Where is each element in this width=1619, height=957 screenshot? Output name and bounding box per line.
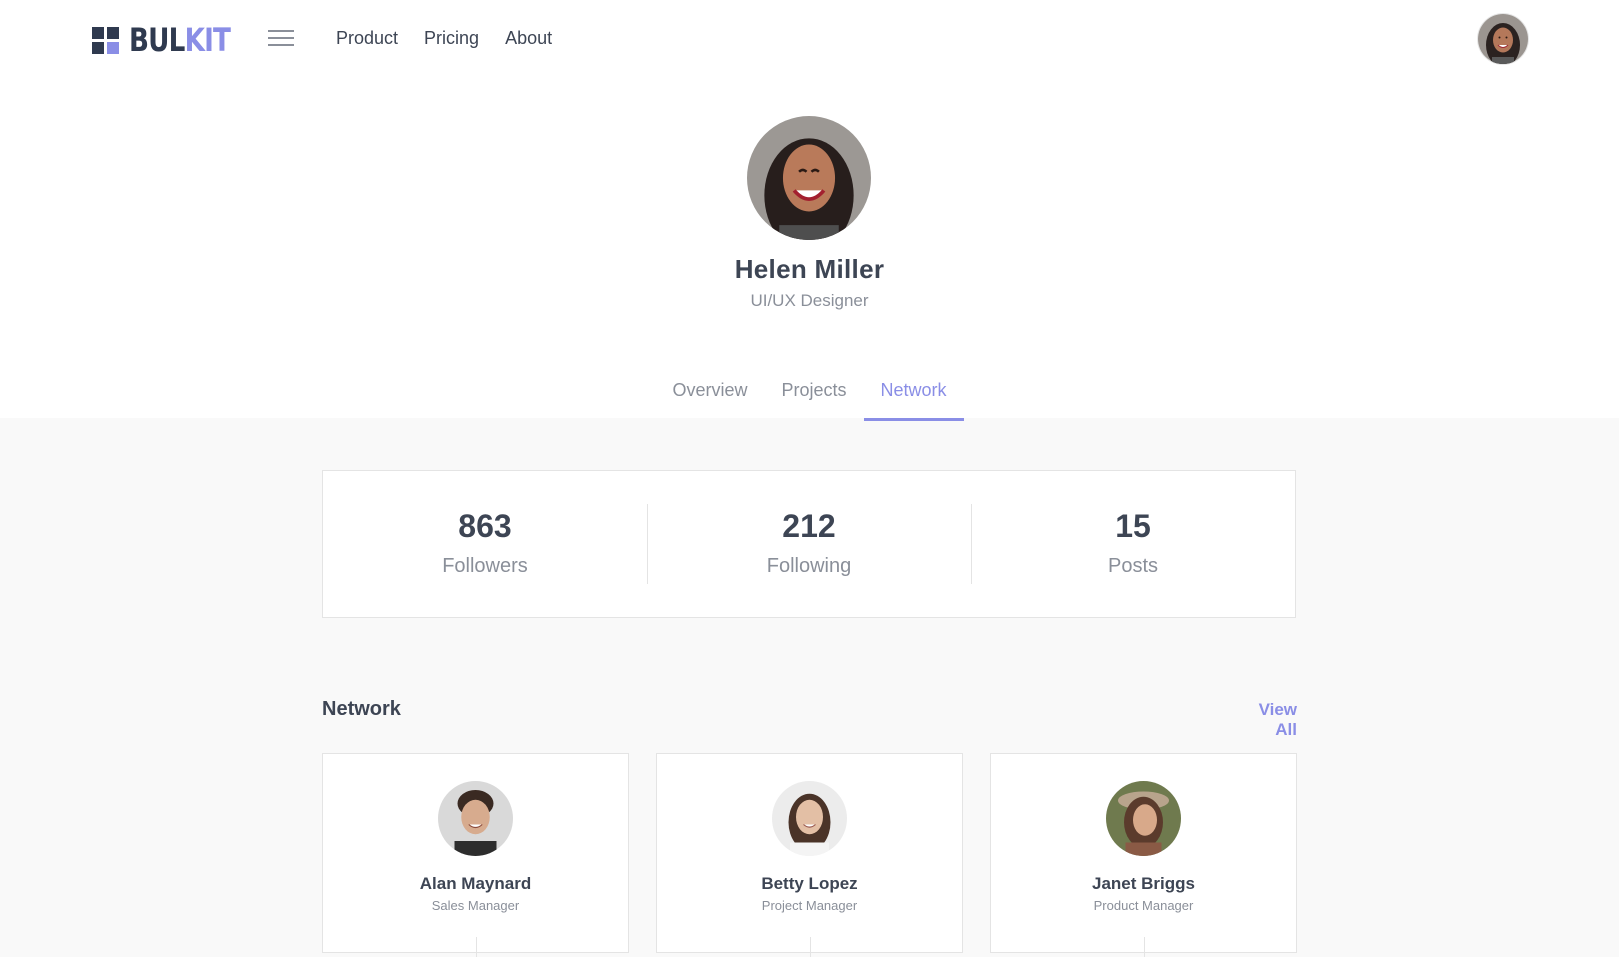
person-role: Project Manager: [761, 898, 858, 913]
view-all-link[interactable]: View All: [1233, 700, 1297, 740]
avatar: [1106, 781, 1181, 856]
card-divider: [1144, 937, 1145, 957]
tab-projects[interactable]: Projects: [764, 378, 863, 418]
avatar: [438, 781, 513, 856]
stats-panel: 863 Followers 212 Following 15 Posts: [322, 470, 1296, 618]
profile-name: Helen Miller: [734, 254, 885, 284]
profile-tabs: Overview Projects Network: [0, 378, 1619, 421]
network-cards: Alan Maynard Sales Manager Betty Lopez P…: [322, 753, 1297, 957]
nav-link-about[interactable]: About: [505, 28, 552, 49]
logo-mark-icon: [92, 26, 119, 54]
stat-label: Posts: [1107, 555, 1159, 577]
network-card[interactable]: Alan Maynard Sales Manager: [322, 753, 629, 957]
stat-followers: 863 Followers: [323, 504, 647, 584]
person-photo-icon: [772, 781, 847, 856]
stat-value: 15: [1115, 508, 1151, 544]
user-avatar[interactable]: [1478, 14, 1528, 64]
stat-value: 863: [458, 508, 512, 544]
nav-link-pricing[interactable]: Pricing: [424, 28, 479, 49]
card-divider: [476, 937, 477, 957]
profile-photo-icon: [747, 116, 871, 240]
navbar: BULKIT Product Pricing About: [0, 0, 1619, 80]
person-name: Alan Maynard: [419, 874, 532, 893]
stat-label: Followers: [442, 555, 528, 577]
person-photo-icon: [438, 781, 513, 856]
person-name: Betty Lopez: [761, 874, 858, 893]
nav-links: Product Pricing About: [336, 28, 552, 49]
person-photo-icon: [1106, 781, 1181, 856]
network-section-title: Network: [322, 698, 401, 720]
person-role: Sales Manager: [431, 898, 520, 913]
logo-text: BULKIT: [129, 21, 231, 59]
stat-value: 212: [782, 508, 836, 544]
profile-role: UI/UX Designer: [750, 291, 869, 310]
tab-network[interactable]: Network: [863, 378, 964, 421]
avatar: [772, 781, 847, 856]
avatar-photo-icon: [1478, 14, 1528, 64]
brand-logo[interactable]: BULKIT: [92, 21, 252, 59]
stat-label: Following: [766, 555, 852, 577]
person-role: Product Manager: [1093, 898, 1194, 913]
profile-avatar: [747, 116, 871, 240]
stat-posts: 15 Posts: [971, 504, 1295, 584]
tab-overview[interactable]: Overview: [655, 378, 764, 418]
card-divider: [810, 937, 811, 957]
nav-link-product[interactable]: Product: [336, 28, 398, 49]
menu-icon[interactable]: [268, 30, 294, 50]
stat-following: 212 Following: [647, 504, 971, 584]
network-card[interactable]: Janet Briggs Product Manager: [990, 753, 1297, 957]
person-name: Janet Briggs: [1092, 874, 1195, 893]
network-card[interactable]: Betty Lopez Project Manager: [656, 753, 963, 957]
